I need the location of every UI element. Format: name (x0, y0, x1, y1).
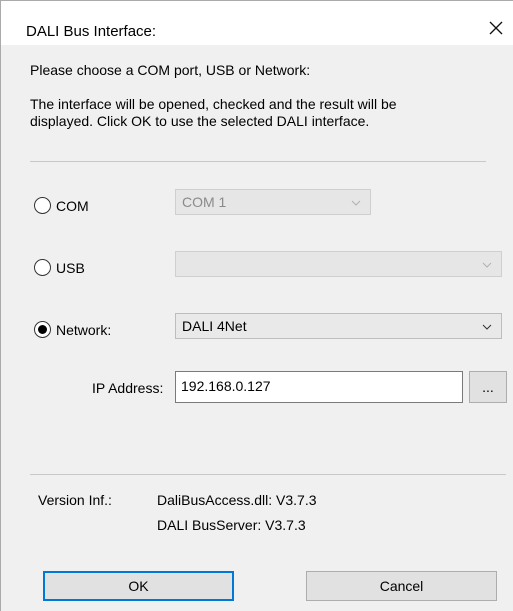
chevron-down-icon (482, 262, 492, 268)
com-port-value: COM 1 (182, 194, 227, 210)
usb-radio-label: USB (56, 259, 85, 276)
title-bar: DALI Bus Interface: (1, 1, 513, 45)
close-icon (489, 21, 503, 35)
cancel-button[interactable]: Cancel (306, 571, 497, 601)
top-separator (30, 161, 486, 162)
usb-device-select[interactable] (175, 251, 502, 277)
browse-button[interactable]: ... (469, 371, 507, 403)
version-label: Version Inf.: (38, 492, 112, 508)
ip-address-value: 192.168.0.127 (181, 378, 271, 394)
ip-address-input[interactable]: 192.168.0.127 (175, 371, 463, 403)
instruction-text: Please choose a COM port, USB or Network… (30, 62, 311, 78)
dali-bus-interface-dialog: DALI Bus Interface: Please choose a COM … (0, 0, 513, 611)
chevron-down-icon (351, 200, 361, 206)
close-button[interactable] (485, 17, 507, 39)
com-radio-label: COM (56, 197, 89, 214)
description-line-1: The interface will be opened, checked an… (30, 96, 397, 112)
chevron-down-icon (482, 324, 492, 330)
network-interface-select[interactable]: DALI 4Net (175, 313, 502, 339)
network-radio[interactable]: Network: (34, 321, 111, 338)
server-version: DALI BusServer: V3.7.3 (157, 517, 306, 533)
com-radio-button[interactable] (34, 197, 51, 214)
com-port-select[interactable]: COM 1 (175, 189, 371, 215)
dialog-body: Please choose a COM port, USB or Network… (1, 45, 513, 611)
ip-address-label: IP Address: (92, 380, 164, 396)
dll-version: DaliBusAccess.dll: V3.7.3 (157, 492, 317, 508)
description-line-2: displayed. Click OK to use the selected … (30, 113, 370, 129)
ok-button[interactable]: OK (43, 571, 234, 601)
usb-radio[interactable]: USB (34, 259, 85, 276)
network-interface-value: DALI 4Net (182, 318, 247, 334)
network-radio-label: Network: (56, 321, 112, 338)
bottom-separator (30, 474, 506, 475)
dialog-title: DALI Bus Interface: (26, 23, 157, 40)
usb-radio-button[interactable] (34, 259, 51, 276)
com-radio[interactable]: COM (34, 197, 89, 214)
network-radio-button[interactable] (34, 321, 51, 338)
